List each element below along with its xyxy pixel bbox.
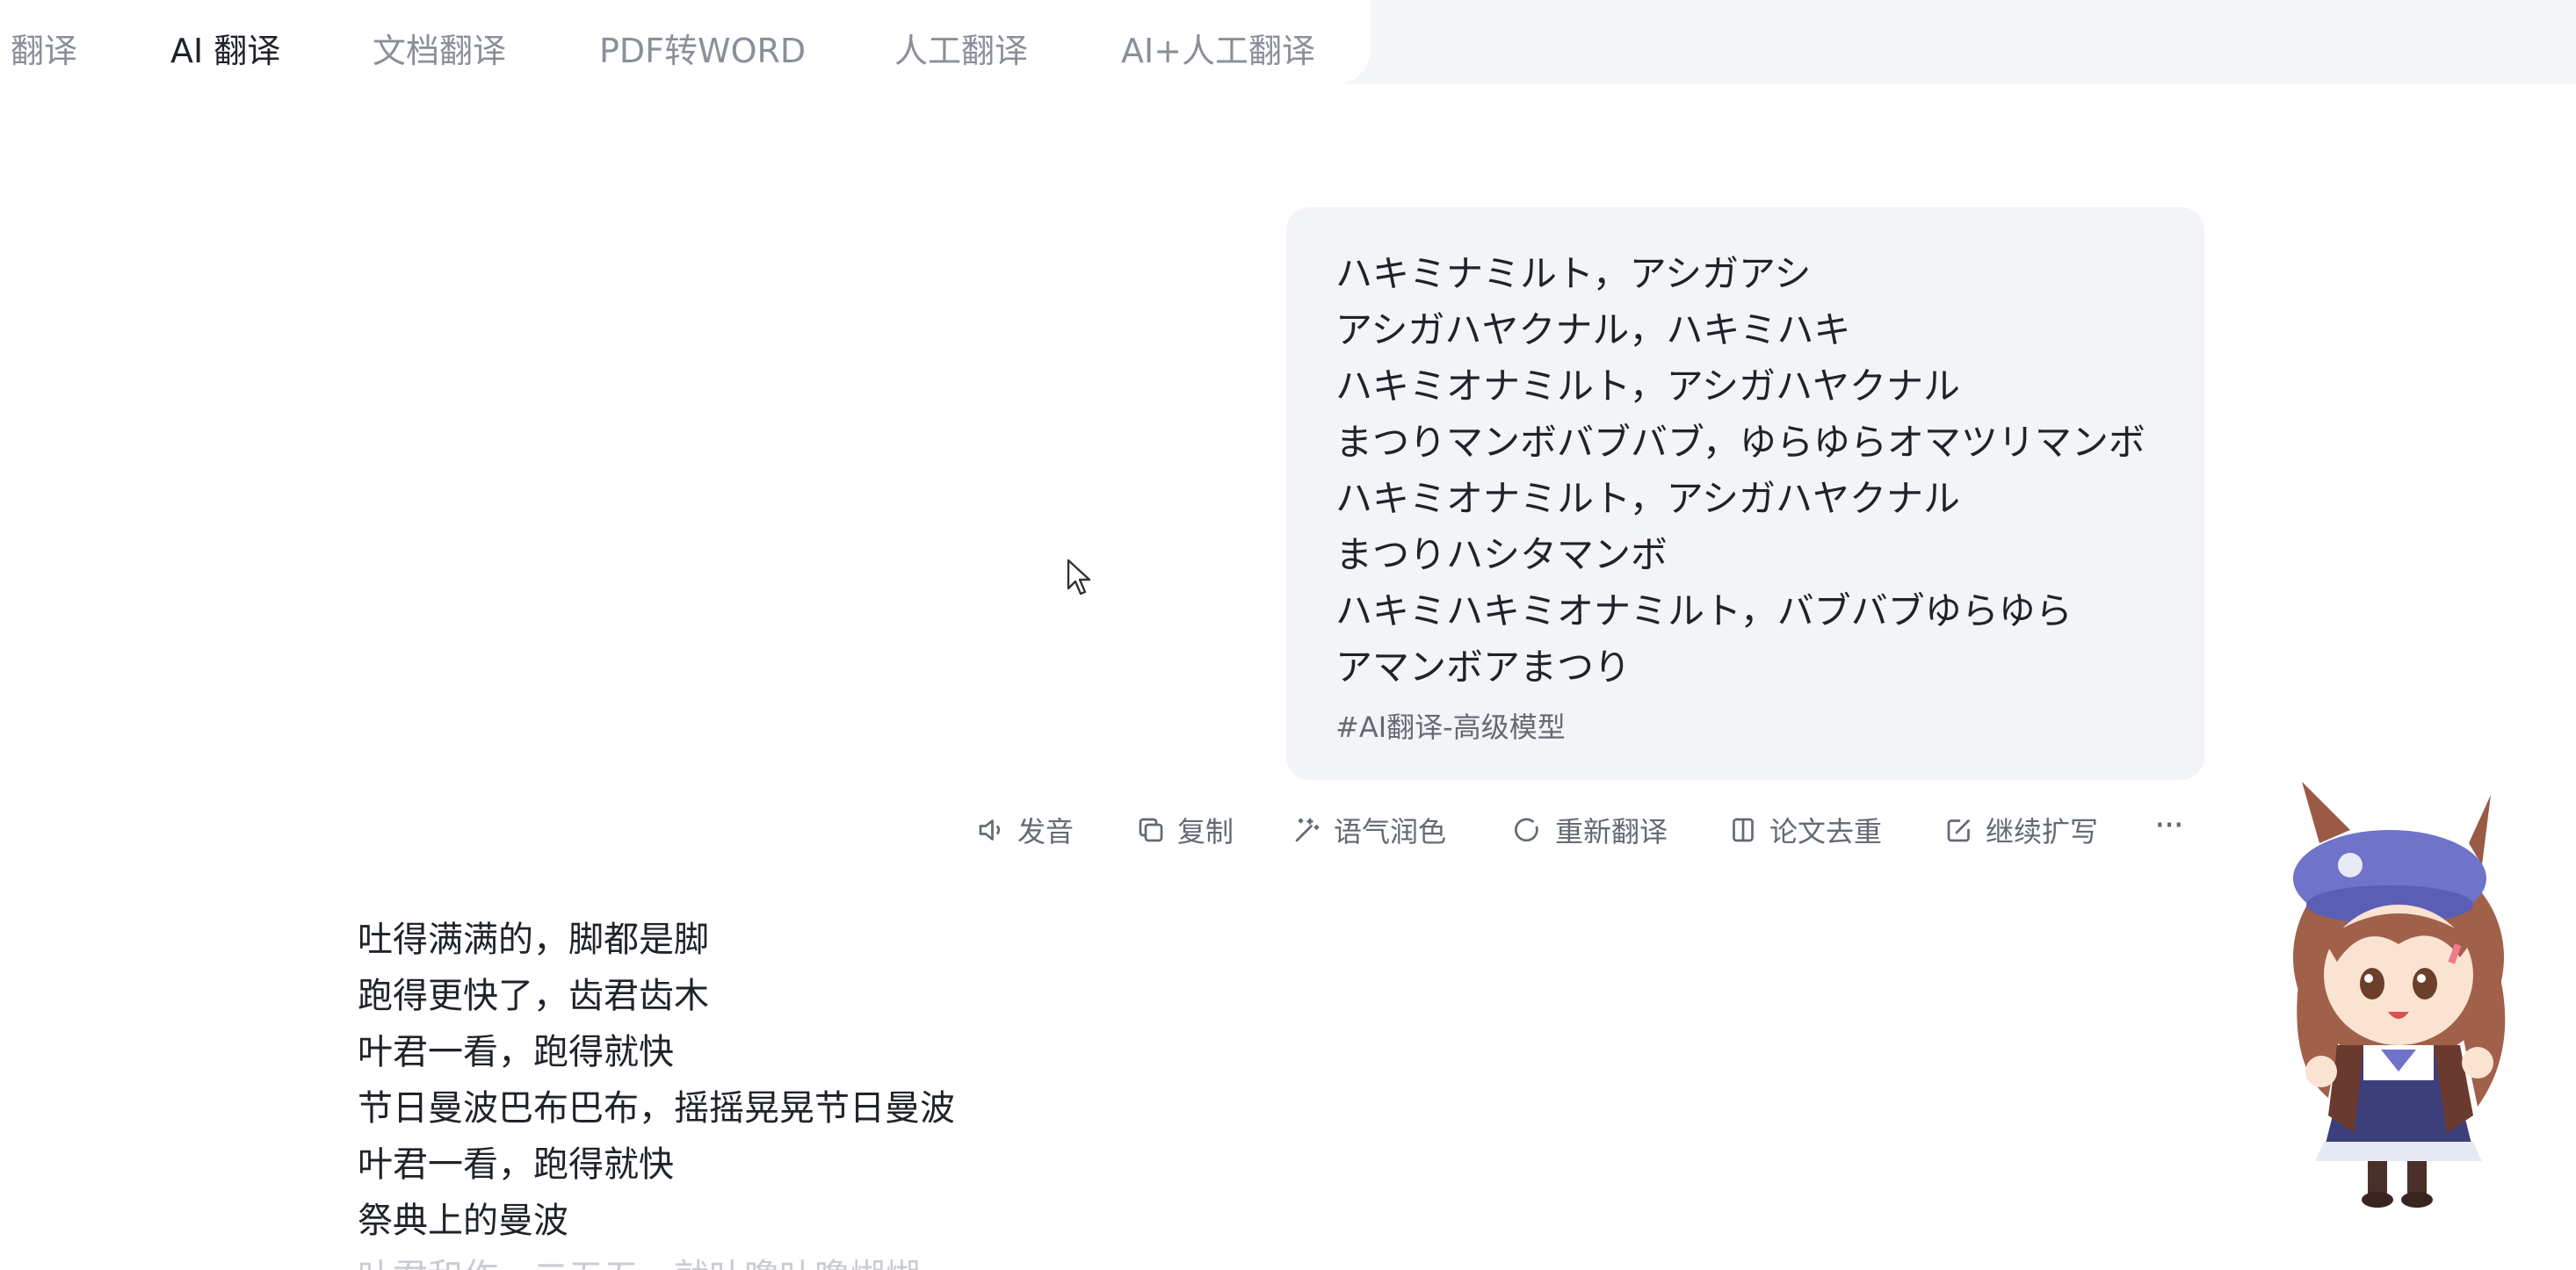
continue-expand-button[interactable]: 继续扩写 (1943, 808, 2098, 852)
source-line: ハキミナミルト，アシガアシ (1335, 252, 1812, 295)
retranslate-label: 重新翻译 (1555, 815, 1668, 848)
speaker-icon (979, 819, 1001, 841)
book-icon (1733, 818, 1754, 842)
tab-ai-human-translate[interactable]: AI+人工翻译 (1121, 30, 1315, 72)
source-text-bubble: ハキミナミルト，アシガアシ アシガハヤクナル，ハキミハキ ハキミオナミルト，アシ… (1286, 207, 2204, 780)
refresh-icon (1515, 818, 1538, 842)
paper-dedupe-label: 论文去重 (1769, 815, 1883, 848)
tab-translate[interactable]: 翻译 (11, 30, 77, 72)
source-line: ハキミオナミルト，アシガハヤクナル (1335, 364, 1961, 408)
output-line: 吐得满满的，脚都是脚 (358, 920, 709, 960)
retranslate-button[interactable]: 重新翻译 (1513, 808, 1668, 852)
tab-ai-translate[interactable]: AI 翻译 (170, 30, 280, 72)
polish-tone-label: 语气润色 (1334, 815, 1447, 848)
model-tag: #AI翻译-高级模型 (1335, 711, 1566, 744)
mascot-character-image (2293, 782, 2506, 1208)
paper-dedupe-button[interactable]: 论文去重 (1727, 808, 1882, 852)
action-toolbar: 发音 复制 语气润色 重新翻译 论文去重 继续扩写 ··· (0, 808, 2576, 852)
source-line: アシガハヤクナル，ハキミハキ (1335, 308, 1851, 351)
speak-button[interactable]: 发音 (975, 808, 1074, 852)
source-line: ハキミハキミオナミルト，バブバブゆらゆら (1335, 589, 2073, 632)
translation-output: 吐得满满的，脚都是脚 跑得更快了，齿君齿木 叶君一看，跑得就快 节日曼波巴布巴布… (358, 912, 1412, 1270)
mouse-pointer-icon (1067, 559, 1091, 595)
source-line: まつりハシタマンボ (1335, 533, 1668, 576)
continue-expand-label: 继续扩写 (1986, 815, 2099, 848)
source-line: アマンボアまつり (1335, 646, 1632, 689)
copy-button[interactable]: 复制 (1135, 808, 1234, 852)
output-line: 祭典上的曼波 (358, 1201, 568, 1241)
tab-pdf-to-word[interactable]: PDF转WORD (599, 30, 806, 72)
edit-icon (1947, 819, 1970, 842)
speak-label: 发音 (1017, 815, 1075, 848)
tab-ai-prefix: AI (170, 32, 214, 70)
output-line-partial: 叶君和作，二五五，就叶噜叶噜煳煳 (358, 1249, 1412, 1270)
tab-human-translate[interactable]: 人工翻译 (894, 30, 1028, 72)
output-line: 节日曼波巴布巴布，摇摇晃晃节日曼波 (358, 1088, 955, 1129)
magic-wand-icon (1295, 818, 1320, 842)
tab-document-translate[interactable]: 文档翻译 (373, 30, 506, 72)
output-line: 叶君一看，跑得就快 (358, 1032, 674, 1072)
copy-icon (1139, 818, 1163, 842)
tab-bar: 翻译 AI 翻译 文档翻译 PDF转WORD 人工翻译 AI+人工翻译 (0, 0, 1371, 84)
tab-ai-label: 翻译 (213, 32, 281, 70)
source-line: ハキミオナミルト，アシガハヤクナル (1335, 477, 1961, 520)
output-line: 跑得更快了，齿君齿木 (358, 976, 709, 1016)
more-options-button[interactable]: ··· (2154, 808, 2184, 852)
source-line: まつりマンボバブバブ，ゆらゆらオマツリマンボ (1335, 421, 2145, 464)
output-line: 叶君一看，跑得就快 (358, 1144, 674, 1185)
copy-label: 复制 (1177, 815, 1234, 848)
polish-tone-button[interactable]: 语气润色 (1292, 808, 1446, 852)
